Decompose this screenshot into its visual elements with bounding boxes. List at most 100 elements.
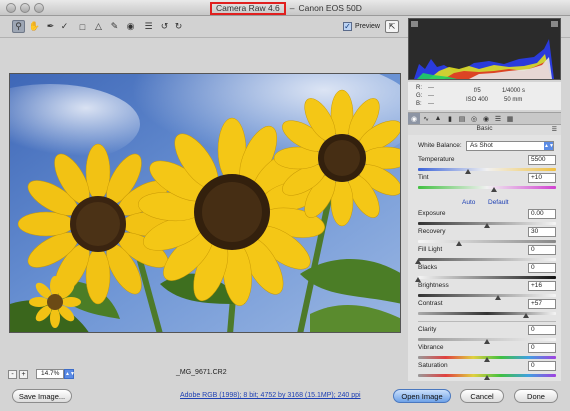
blacks-input[interactable]: 0 — [528, 263, 556, 273]
contrast-slider[interactable] — [418, 312, 556, 315]
panel-divider — [418, 321, 556, 322]
saturation-input[interactable]: 0 — [528, 361, 556, 371]
temperature-slider[interactable] — [418, 168, 556, 171]
image-preview[interactable] — [9, 73, 401, 333]
workflow-options-link[interactable]: Adobe RGB (1998); 8 bit; 4752 by 3168 (1… — [180, 392, 361, 399]
basic-tab-icon[interactable]: ◉ — [408, 113, 420, 124]
minimize-window-button[interactable] — [20, 3, 30, 13]
title-bar: Camera Raw 4.6 – Canon EOS 50D — [0, 0, 570, 16]
preferences-icon[interactable]: ☰ — [142, 20, 155, 33]
zoom-controls: - + 14.7% ▲▼ — [8, 368, 75, 380]
camera-calibration-tab-icon[interactable]: ◉ — [480, 113, 492, 124]
detail-tab-icon[interactable]: ▲ — [432, 113, 444, 124]
blacks-slider[interactable] — [418, 276, 556, 279]
temperature-slider-thumb[interactable] — [464, 169, 471, 174]
zoom-icon[interactable]: ⚲ — [12, 20, 25, 33]
tint-slider[interactable] — [418, 186, 556, 189]
clarity-slider-thumb[interactable] — [484, 339, 490, 344]
done-button[interactable]: Done — [514, 389, 558, 403]
split-toning-tab-icon[interactable]: ▤ — [456, 113, 468, 124]
fill-light-label: Fill Light — [418, 246, 443, 253]
r-label: R: — [416, 85, 422, 91]
hsl-tab-icon[interactable]: ▮ — [444, 113, 456, 124]
zoom-level-field[interactable]: 14.7% — [36, 369, 64, 379]
temperature-input[interactable]: 5500 — [528, 155, 556, 165]
highlight-clipping-icon[interactable] — [551, 21, 558, 27]
panel-tabs: ◉ ∿ ▲ ▮ ▤ ◎ ◉ ☰ ▦ — [408, 112, 561, 125]
g-value: --- — [428, 93, 434, 99]
fill-light-input[interactable]: 0 — [528, 245, 556, 255]
fill-light-slider[interactable] — [418, 258, 556, 261]
brightness-label: Brightness — [418, 282, 449, 289]
saturation-label: Saturation — [418, 362, 448, 369]
panel-menu-icon[interactable]: ☰ — [552, 126, 557, 133]
histogram — [408, 18, 561, 80]
tint-slider-thumb[interactable] — [490, 187, 497, 192]
panel-title-label: Basic — [476, 125, 493, 132]
recovery-input[interactable]: 30 — [528, 227, 556, 237]
red-eye-icon[interactable]: ◉ — [124, 20, 137, 33]
vibrance-input[interactable]: 0 — [528, 343, 556, 353]
chevron-down-icon: ▲▼ — [544, 142, 554, 150]
saturation-slider-thumb[interactable] — [484, 375, 490, 380]
clarity-input[interactable]: 0 — [528, 325, 556, 335]
brightness-slider[interactable] — [418, 294, 556, 297]
exposure-input[interactable]: 0.00 — [528, 209, 556, 219]
exposure-slider-thumb[interactable] — [484, 223, 490, 228]
save-image-button[interactable]: Save Image... — [12, 389, 72, 403]
tint-input[interactable]: +10 — [528, 173, 556, 183]
zoom-out-button[interactable]: - — [8, 369, 17, 379]
exposure-label: Exposure — [418, 210, 446, 217]
vibrance-slider-thumb[interactable] — [484, 357, 490, 362]
vibrance-label: Vibrance — [418, 344, 444, 351]
color-sampler-icon[interactable]: ✓ — [58, 20, 71, 33]
cancel-button[interactable]: Cancel — [460, 389, 504, 403]
hand-icon[interactable]: ✋ — [28, 20, 41, 33]
tone-curve-tab-icon[interactable]: ∿ — [420, 113, 432, 124]
title-separator: – — [289, 3, 295, 13]
shutter-value: 1/4000 s — [502, 88, 526, 94]
brightness-input[interactable]: +16 — [528, 281, 556, 291]
b-value: --- — [428, 101, 434, 107]
brightness-slider-thumb[interactable] — [495, 295, 502, 300]
camera-raw-window: Camera Raw 4.6 – Canon EOS 50D ⚲ ✋ ✒ ✓ □… — [0, 0, 570, 411]
lens-tab-icon[interactable]: ◎ — [468, 113, 480, 124]
iso-value: ISO 400 — [466, 97, 489, 103]
g-label: G: — [416, 93, 423, 99]
open-image-button[interactable]: Open Image — [393, 389, 451, 403]
window-title: Camera Raw 4.6 – Canon EOS 50D — [210, 1, 362, 15]
contrast-input[interactable]: +57 — [528, 299, 556, 309]
crop-icon[interactable]: □ — [76, 20, 89, 33]
rotate-right-icon[interactable]: ↻ — [172, 20, 185, 33]
recovery-slider-thumb[interactable] — [456, 241, 463, 246]
snapshots-tab-icon[interactable]: ▦ — [504, 113, 516, 124]
preview-checkbox[interactable]: ✓ — [343, 22, 352, 31]
blacks-label: Blacks — [418, 264, 438, 271]
recovery-slider[interactable] — [418, 240, 556, 243]
zoom-dropdown-icon[interactable]: ▲▼ — [64, 369, 75, 379]
shadow-clipping-icon[interactable] — [411, 21, 418, 27]
rotate-left-icon[interactable]: ↺ — [158, 20, 171, 33]
eyedropper-icon[interactable]: ✒ — [44, 20, 57, 33]
retouch-icon[interactable]: ✎ — [108, 20, 121, 33]
title-app-name: Camera Raw 4.6 — [210, 1, 286, 15]
contrast-slider-thumb[interactable] — [522, 313, 529, 318]
preview-label: Preview — [355, 23, 380, 30]
auto-link[interactable]: Auto — [462, 199, 475, 206]
b-label: B: — [416, 101, 422, 107]
white-balance-select[interactable]: As Shot ▲▼ — [466, 141, 554, 151]
default-link[interactable]: Default — [488, 199, 509, 206]
zoom-in-button[interactable]: + — [19, 369, 28, 379]
straighten-icon[interactable]: △ — [92, 20, 105, 33]
zoom-window-button[interactable] — [34, 3, 44, 13]
sunflower-photo — [10, 74, 400, 332]
close-window-button[interactable] — [6, 3, 16, 13]
recovery-label: Recovery — [418, 228, 446, 235]
fullscreen-icon[interactable]: ⇱ — [385, 20, 399, 33]
panel-title: Basic ☰ — [408, 125, 561, 135]
basic-panel: White Balance: As Shot ▲▼ Temperature 55… — [408, 135, 561, 381]
presets-tab-icon[interactable]: ☰ — [492, 113, 504, 124]
filename-label: _MG_9671.CR2 — [176, 369, 227, 376]
clarity-label: Clarity — [418, 326, 437, 333]
preview-toggle[interactable]: ✓ Preview — [343, 22, 380, 31]
